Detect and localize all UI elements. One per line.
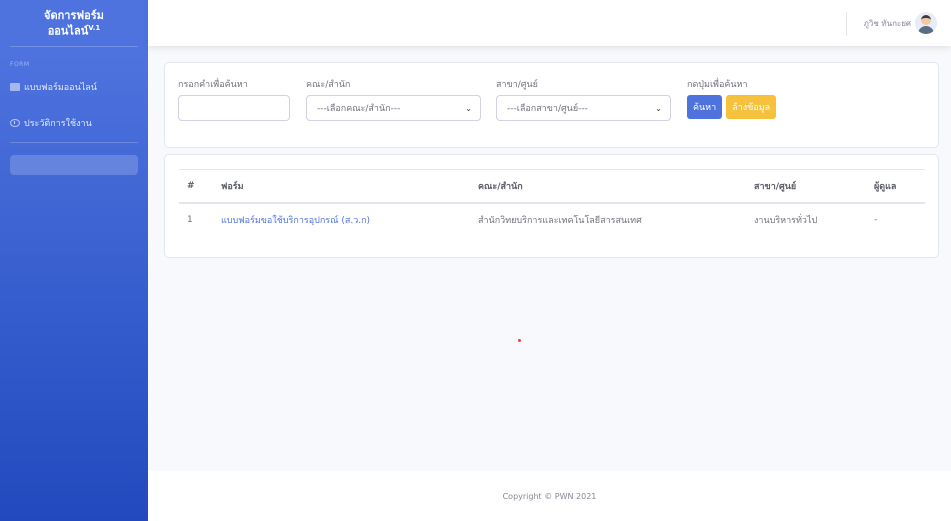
topbar-divider xyxy=(846,12,847,36)
footer: Copyright © PWN 2021 xyxy=(148,471,951,521)
keyword-label: กรอกคำเพื่อค้นหา xyxy=(178,80,248,90)
keyword-field-group: กรอกคำเพื่อค้นหา xyxy=(178,77,290,121)
chevron-down-icon: ⌄ xyxy=(655,103,662,113)
clear-button[interactable]: ล้างข้อมูล xyxy=(726,95,777,119)
cell-number: 1 xyxy=(187,214,193,225)
form-icon xyxy=(10,83,20,91)
user-name[interactable]: ภูวิช ทันกะยศ xyxy=(864,17,911,30)
results-card: # ฟอร์ม คณะ/สำนัก สาขา/ศูนย์ ผู้ดูแล 1 แ… xyxy=(164,154,939,258)
col-header-number: # xyxy=(179,169,213,204)
faculty-field-group: คณะ/สำนัก ---เลือกคณะ/สำนัก--- ⌄ xyxy=(306,77,481,121)
cell-branch: งานบริหารทั่วไป xyxy=(754,215,818,226)
action-buttons: ค้นหา ล้างข้อมูล xyxy=(687,95,827,119)
action-field-group: กดปุ่มเพื่อค้นหา ค้นหา ล้างข้อมูล xyxy=(687,77,827,119)
sidebar-item-label: ประวัติการใช้งาน xyxy=(24,119,92,129)
avatar-head xyxy=(921,15,931,25)
brand-line1: จัดการฟอร์ม xyxy=(44,8,104,22)
faculty-label: คณะ/สำนัก xyxy=(306,80,351,90)
branch-label: สาขา/ศูนย์ xyxy=(496,80,538,90)
history-icon xyxy=(10,119,20,127)
branch-select-value: ---เลือกสาขา/ศูนย์--- xyxy=(507,104,588,114)
branch-field-group: สาขา/ศูนย์ ---เลือกสาขา/ศูนย์--- ⌄ xyxy=(496,77,671,121)
topbar: ภูวิช ทันกะยศ xyxy=(148,0,951,46)
col-header-form: ฟอร์ม xyxy=(213,169,470,204)
search-button[interactable]: ค้นหา xyxy=(687,95,723,119)
sidebar-toggle-button[interactable] xyxy=(10,155,138,175)
table-row: 1 แบบฟอร์มขอใช้บริการอุปกรณ์ (ส.ว.ก) สำน… xyxy=(179,203,925,236)
sidebar: จัดการฟอร์ม ออนไลน์V.1 FORM แบบฟอร์มออนไ… xyxy=(0,0,148,521)
sidebar-item-history[interactable]: ประวัติการใช้งาน xyxy=(0,114,148,132)
table-header-row: # ฟอร์ม คณะ/สำนัก สาขา/ศูนย์ ผู้ดูแล xyxy=(179,169,925,204)
results-table: # ฟอร์ม คณะ/สำนัก สาขา/ศูนย์ ผู้ดูแล 1 แ… xyxy=(179,169,925,236)
sidebar-divider xyxy=(10,46,138,47)
cell-admin: - xyxy=(874,214,878,225)
col-header-faculty: คณะ/สำนัก xyxy=(470,169,746,204)
avatar[interactable] xyxy=(915,12,937,34)
sidebar-item-label: แบบฟอร์มออนไลน์ xyxy=(24,83,97,93)
sidebar-heading: FORM xyxy=(10,61,30,68)
col-header-admin: ผู้ดูแล xyxy=(866,169,925,204)
form-link[interactable]: แบบฟอร์มขอใช้บริการอุปกรณ์ (ส.ว.ก) xyxy=(213,203,470,236)
keyword-input[interactable] xyxy=(178,95,290,121)
brand[interactable]: จัดการฟอร์ม ออนไลน์V.1 xyxy=(0,0,148,46)
brand-line2: ออนไลน์V.1 xyxy=(47,23,101,38)
search-card: กรอกคำเพื่อค้นหา คณะ/สำนัก ---เลือกคณะ/ส… xyxy=(164,62,939,148)
sidebar-divider xyxy=(10,142,138,143)
sidebar-item-online-form[interactable]: แบบฟอร์มออนไลน์ xyxy=(0,78,148,96)
branch-select[interactable]: ---เลือกสาขา/ศูนย์--- ⌄ xyxy=(496,95,671,121)
cell-faculty: สำนักวิทยบริการและเทคโนโลยีสารสนเทศ xyxy=(478,215,642,226)
faculty-select[interactable]: ---เลือกคณะ/สำนัก--- ⌄ xyxy=(306,95,481,121)
red-dot-marker xyxy=(518,339,521,342)
brand-version: V.1 xyxy=(88,23,101,32)
faculty-select-value: ---เลือกคณะ/สำนัก--- xyxy=(317,104,401,114)
chevron-down-icon: ⌄ xyxy=(465,103,472,113)
copyright-text: Copyright © PWN 2021 xyxy=(502,491,597,501)
action-label: กดปุ่มเพื่อค้นหา xyxy=(687,80,748,90)
col-header-branch: สาขา/ศูนย์ xyxy=(746,169,866,204)
avatar-body xyxy=(918,26,934,34)
